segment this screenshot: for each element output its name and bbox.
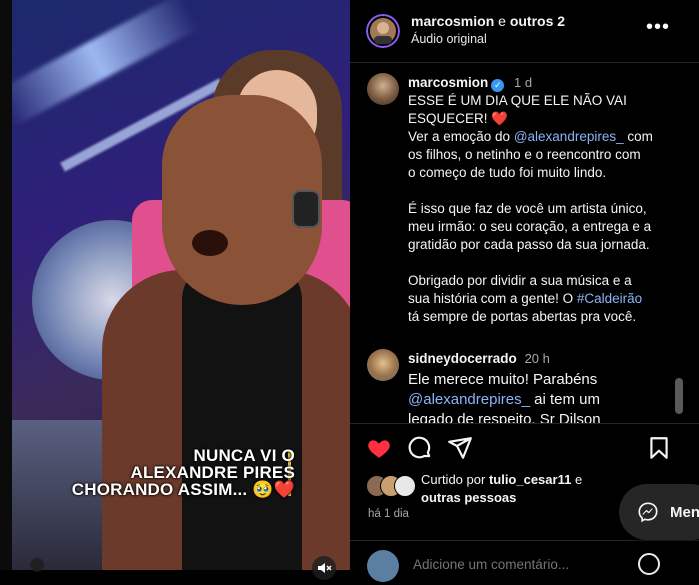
messages-label[interactable]: Men <box>670 504 699 521</box>
caption-text-segment: com <box>623 129 653 144</box>
like-button[interactable] <box>366 435 392 461</box>
comment-item: sidneydocerrado 20 h Ele merece muito! P… <box>408 350 693 423</box>
hashtag-link[interactable]: #Caldeirão <box>577 291 642 306</box>
comment-time: 1 d <box>514 75 533 90</box>
video-caption-line: ALEXANDRE PIRES <box>130 463 295 482</box>
liked-by-others-link[interactable]: outras pessoas <box>421 490 516 505</box>
caption-text: ESSE É UM DIA QUE ELE NÃO VAI ESQUECER! … <box>408 92 693 326</box>
audio-label[interactable]: Áudio original <box>411 32 487 46</box>
comment-username[interactable]: sidneydocerrado <box>408 351 517 366</box>
video-caption-line: NUNCA VI O <box>193 446 295 465</box>
caption-line: É isso que faz de você um artista único, <box>408 201 647 216</box>
comment-line: legado de respeito. Sr Dilson <box>408 411 601 423</box>
caption-comment: marcosmion ✓ 1 d ESSE É UM DIA QUE ELE NÃ… <box>408 74 693 326</box>
mute-button[interactable] <box>312 556 336 580</box>
comment-bubble-icon <box>408 436 431 459</box>
current-user-avatar <box>367 550 399 582</box>
bookmark-icon <box>650 437 668 459</box>
author-username[interactable]: marcosmion <box>411 13 494 29</box>
emoji-picker-icon[interactable] <box>638 553 660 575</box>
author-avatar[interactable] <box>366 14 400 48</box>
mention-link[interactable]: @alexandrepires_ <box>408 391 530 408</box>
share-button[interactable] <box>447 435 473 461</box>
liked-by-prefix: Curtido por <box>421 472 486 487</box>
post-header-title: marcosmion e outros 2 <box>411 13 565 29</box>
liker-avatar <box>394 475 416 497</box>
more-options-button[interactable]: ••• <box>646 17 670 40</box>
heart-filled-icon <box>368 440 390 458</box>
comment-text-segment: ai tem um <box>529 391 600 408</box>
comment-avatar[interactable] <box>367 73 399 105</box>
comment-line: @alexandrepires_ ai tem um <box>408 390 693 410</box>
comments-list[interactable]: marcosmion ✓ 1 d ESSE É UM DIA QUE ELE NÃ… <box>350 63 699 423</box>
reel-video[interactable]: NUNCA VI O ALEXANDRE PIRES CHORANDO ASSI… <box>12 0 350 570</box>
comment-avatar[interactable] <box>367 349 399 381</box>
liked-by-text: Curtido por tulio_cesar11 e outras pesso… <box>421 471 621 507</box>
save-button[interactable] <box>646 435 672 461</box>
left-edge <box>0 0 12 570</box>
verified-badge-icon: ✓ <box>491 79 505 92</box>
comment-time: 20 h <box>524 351 550 366</box>
caption-line: tá sempre de portas abertas pra você. <box>408 309 637 324</box>
caption-line: ESQUECER! ❤️ <box>408 111 509 126</box>
messenger-icon <box>638 502 658 523</box>
comment-text: Ele merece muito! Parabéns @alexandrepir… <box>408 370 693 423</box>
video-caption: NUNCA VI O ALEXANDRE PIRES CHORANDO ASSI… <box>70 447 295 498</box>
caption-line: ESSE É UM DIA QUE ELE NÃO VAI <box>408 93 627 108</box>
avatar-image <box>366 14 400 48</box>
comment-username[interactable]: marcosmion <box>408 75 488 90</box>
comments-scrollbar[interactable] <box>675 378 683 414</box>
earpiece <box>292 190 320 228</box>
video-caption-line: CHORANDO ASSIM... 🥹❤️ <box>71 480 295 499</box>
caption-line: sua história com a gente! O #Caldeirão <box>408 290 693 308</box>
header-connector: e <box>498 13 506 29</box>
caption-line: Obrigado por dividir a sua música e a <box>408 273 632 288</box>
man-mouth <box>192 230 228 256</box>
comment-button[interactable] <box>407 435 433 461</box>
liked-by-connector: e <box>574 472 583 487</box>
caption-line: os filhos, o netinho e o reencontro com <box>408 147 641 162</box>
caption-text-segment: sua história com a gente! O <box>408 291 577 306</box>
man-shirt <box>182 260 302 570</box>
caption-line: meu irmão: o seu coração, a entrega e a <box>408 219 652 234</box>
caption-line: o começo de tudo foi muito lindo. <box>408 165 607 180</box>
mention-link[interactable]: @alexandrepires_ <box>514 129 624 144</box>
liked-by-avatars[interactable] <box>366 475 418 497</box>
post-timestamp[interactable]: há 1 dia <box>368 508 409 520</box>
paper-plane-icon <box>448 437 472 459</box>
caption-line: Ver a emoção do @alexandrepires_ com <box>408 128 693 146</box>
caption-line: gratidão por cada passo da sua jornada. <box>408 237 650 252</box>
collaborators-link[interactable]: outros 2 <box>510 13 565 29</box>
speaker-muted-icon <box>318 563 332 573</box>
comment-line: Ele merece muito! Parabéns <box>408 371 598 388</box>
caption-text-segment: Ver a emoção do <box>408 129 514 144</box>
liker-username[interactable]: tulio_cesar11 <box>489 472 571 487</box>
